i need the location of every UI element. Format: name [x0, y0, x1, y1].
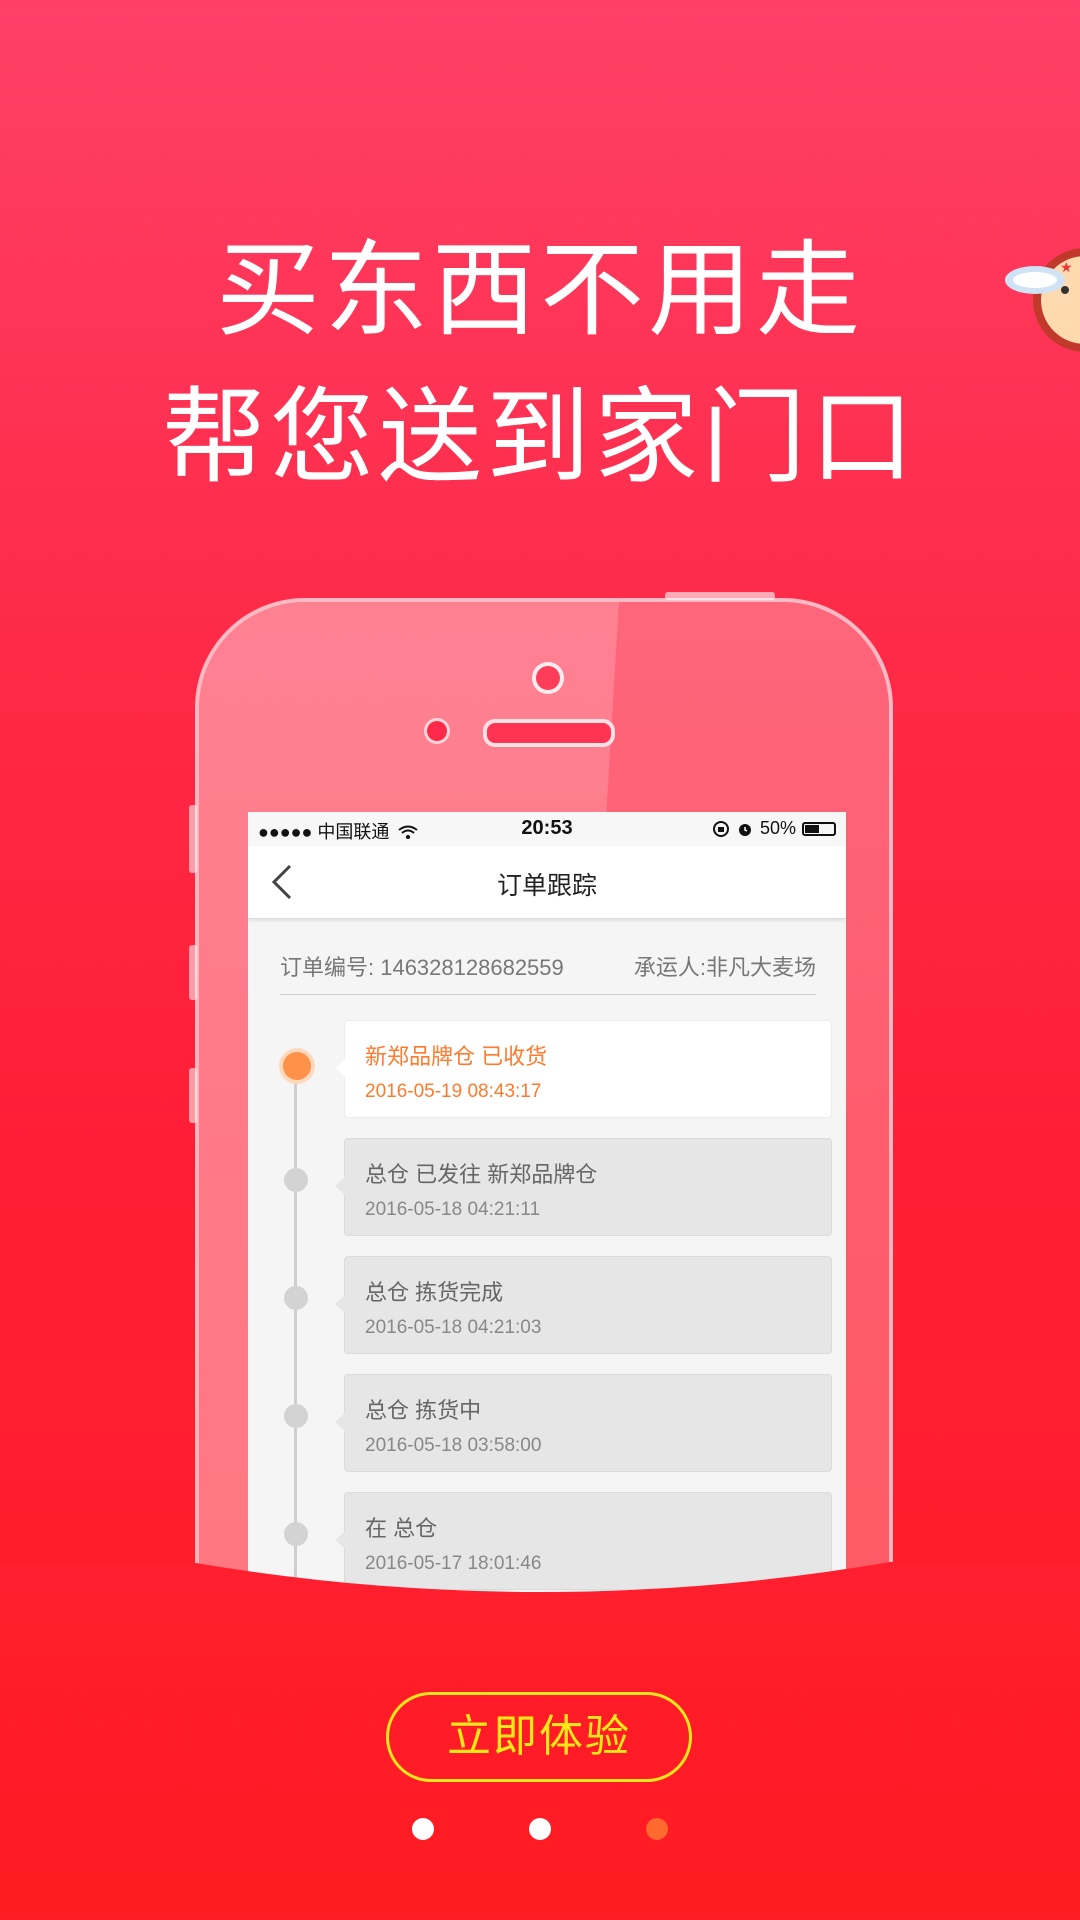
phone-front-camera [532, 662, 564, 694]
timeline-dot [284, 1168, 308, 1192]
timeline-card: 新郑品牌仓 已收货 2016-05-19 08:43:17 [335, 1020, 832, 1118]
phone-speaker [483, 719, 615, 747]
nav-bar: 订单跟踪 [248, 846, 846, 919]
divider [280, 994, 816, 995]
timeline-status: 新郑品牌仓 已收货 [365, 1044, 548, 1069]
bottom-curve [0, 1562, 1080, 1682]
headline-line-1: 买东西不用走 [215, 229, 864, 351]
page-title: 订单跟踪 [496, 872, 597, 900]
timeline-status: 总仓 已发往 新郑品牌仓 [365, 1162, 598, 1187]
timeline-time: 2016-05-18 04:21:11 [365, 1199, 541, 1220]
try-now-button[interactable]: 立即体验 [386, 1692, 692, 1782]
pager-dot[interactable] [412, 1818, 434, 1840]
timeline-time: 2016-05-18 04:21:03 [365, 1317, 542, 1338]
timeline-card: 总仓 已发往 新郑品牌仓 2016-05-18 04:21:11 [335, 1138, 832, 1236]
svg-text:★: ★ [1060, 260, 1073, 276]
rotation-lock-icon [712, 820, 729, 837]
battery-icon [802, 821, 836, 836]
timeline-status: 在 总仓 [365, 1516, 438, 1541]
headline-line-2: 帮您送到家门口 [161, 376, 918, 498]
status-bar: ●●●●● 中国联通 20:53 50% [248, 812, 846, 846]
timeline-time: 2016-05-19 08:43:17 [365, 1081, 542, 1102]
timeline-line [294, 1072, 297, 1592]
battery-percent: 50% [759, 818, 796, 838]
order-number: 订单编号: 146328128682559 [280, 955, 564, 980]
order-info: 订单编号: 146328128682559 承运人:非凡大麦场 [280, 950, 816, 982]
timeline-card: 总仓 拣货中 2016-05-18 03:58:00 [335, 1374, 832, 1472]
timeline-status: 总仓 拣货中 [365, 1398, 482, 1423]
timeline-status: 总仓 拣货完成 [365, 1280, 504, 1305]
timeline-time: 2016-05-18 03:58:00 [365, 1435, 542, 1456]
pager-dot[interactable] [529, 1818, 551, 1840]
timeline-card: 总仓 拣货完成 2016-05-18 04:21:03 [335, 1256, 832, 1354]
phone-sensor [424, 718, 450, 744]
pager-dot-active[interactable] [646, 1818, 668, 1840]
timeline-dot [279, 1048, 315, 1084]
alarm-icon [738, 823, 751, 836]
timeline-dot [284, 1286, 308, 1310]
status-right: 50% [712, 818, 836, 839]
order-carrier: 承运人:非凡大麦场 [633, 955, 816, 980]
timeline-dot [284, 1404, 308, 1428]
timeline-dot [284, 1522, 308, 1546]
phone-screen: ●●●●● 中国联通 20:53 50% 订单跟踪 订单编号: 14632812… [248, 812, 846, 1592]
mascot-icon: ★ [1005, 248, 1080, 352]
